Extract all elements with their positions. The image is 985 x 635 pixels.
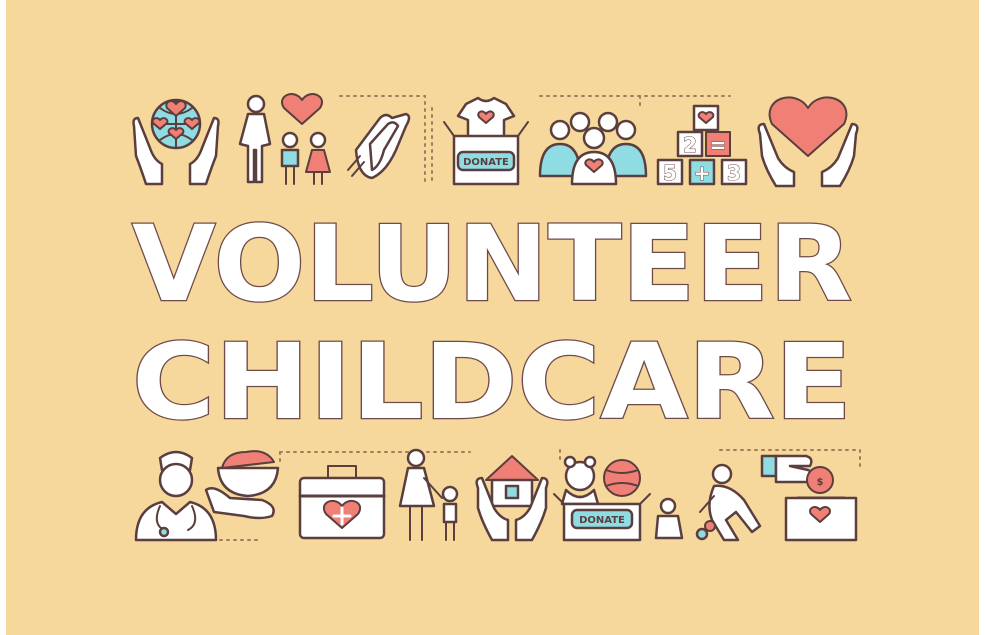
block-5: 5 xyxy=(663,161,677,185)
childcare-play-icon xyxy=(654,463,762,542)
block-2: 2 xyxy=(683,133,697,157)
title-line-1: VOLUNTEER xyxy=(132,203,852,325)
block-equals: = xyxy=(710,133,727,157)
title-line-2: CHILDCARE xyxy=(132,321,852,443)
block-plus: + xyxy=(694,161,711,185)
block-3: 3 xyxy=(727,161,741,185)
donation-box-icon: DONATE xyxy=(443,96,529,186)
coin-symbol: $ xyxy=(817,477,824,488)
first-aid-kit-icon xyxy=(298,465,386,540)
parent-child-icon xyxy=(398,448,459,541)
illustration: DONATE 2 = 5 + 3 VOLUNTEER CHILDCARE DON… xyxy=(131,93,861,542)
toy-blocks-icon: 2 = 5 + 3 xyxy=(656,104,748,186)
heart-in-hands-icon xyxy=(757,96,859,188)
money-donation-icon: $ xyxy=(760,454,858,542)
family-icon xyxy=(238,93,331,185)
community-icon xyxy=(538,111,648,186)
donate-label-top: DONATE xyxy=(463,157,509,168)
nurse-icon xyxy=(134,450,218,542)
donate-label-bottom: DONATE xyxy=(579,515,625,526)
helping-hands-icon xyxy=(347,112,411,180)
food-bowl-icon xyxy=(204,450,280,520)
home-in-hands-icon xyxy=(475,455,549,542)
toy-donation-icon: DONATE xyxy=(553,455,651,542)
globe-in-hands-icon xyxy=(132,98,220,186)
